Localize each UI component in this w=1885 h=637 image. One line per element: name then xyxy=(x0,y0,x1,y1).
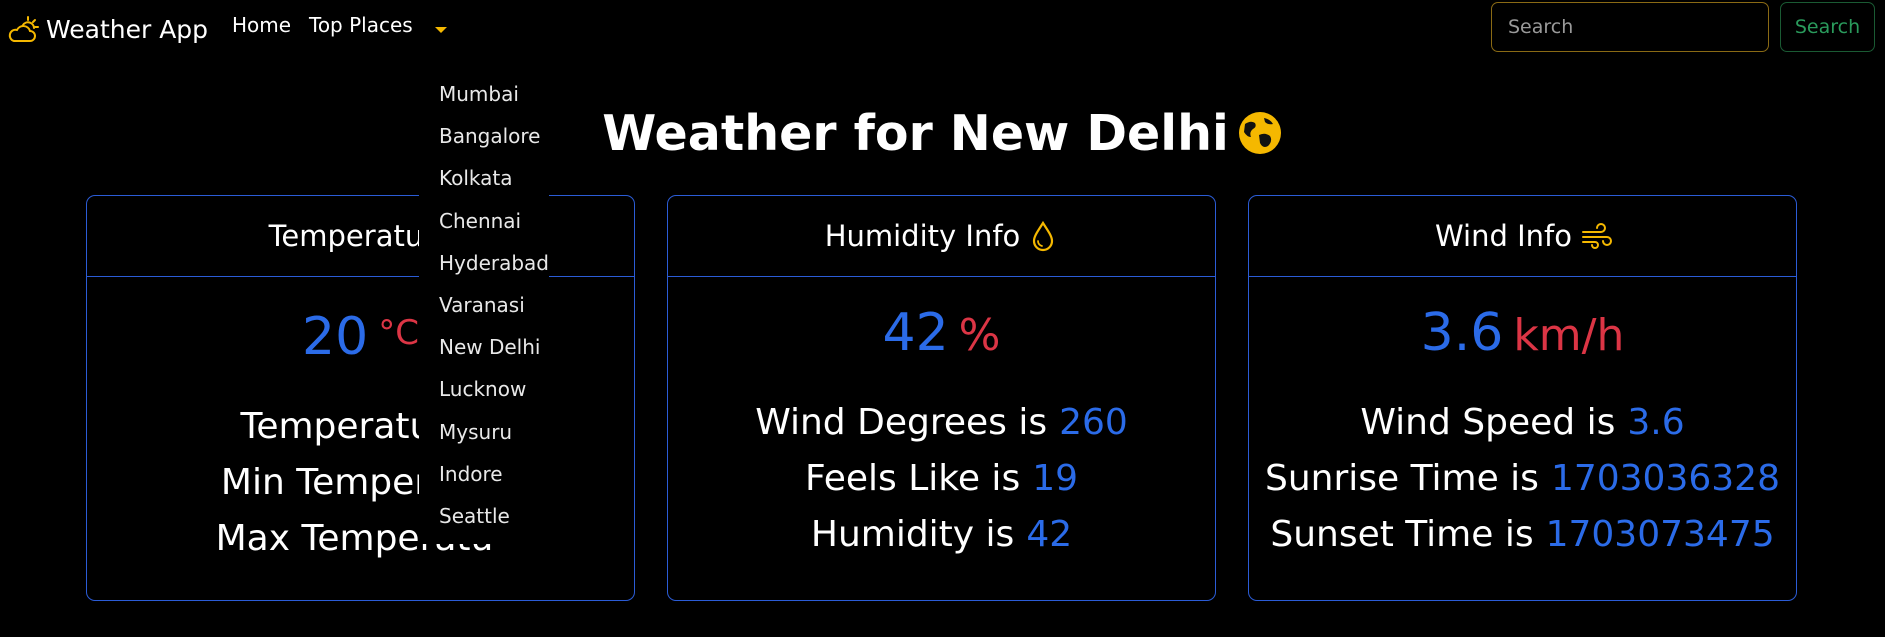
max-temperature-line: Max Temperatu xyxy=(87,511,634,567)
dropdown-item-varanasi[interactable]: Varanasi xyxy=(419,285,549,327)
caret-down-icon[interactable] xyxy=(432,21,450,33)
dropdown-item-bangalore[interactable]: Bangalore xyxy=(419,116,549,158)
page-title-text: Weather for New Delhi xyxy=(602,105,1229,162)
globe-icon xyxy=(1237,106,1283,154)
temperature-main-value: 20 °C xyxy=(87,301,634,381)
navbar: Weather App Home Top Places Search xyxy=(0,0,1885,60)
top-places-dropdown: Mumbai Bangalore Kolkata Chennai Hyderab… xyxy=(419,74,549,544)
humidity-label: Humidity is xyxy=(810,514,1015,555)
humidity-value: 42 xyxy=(882,303,949,363)
temperature-value: 20 xyxy=(302,307,369,367)
humidity-line: Humidity is 42 xyxy=(668,507,1215,563)
wind-degrees-value: 260 xyxy=(1059,402,1128,443)
sunrise-value: 1703036328 xyxy=(1550,458,1780,499)
humidity-card-header: Humidity Info xyxy=(668,196,1215,277)
wind-card: Wind Info 3.6 km/h Wind Speed is 3.6 Sunri… xyxy=(1248,195,1797,601)
dropdown-item-mumbai[interactable]: Mumbai xyxy=(419,74,549,116)
wind-icon xyxy=(1580,220,1612,252)
dropdown-item-lucknow[interactable]: Lucknow xyxy=(419,369,549,411)
dropdown-item-kolkata[interactable]: Kolkata xyxy=(419,158,549,200)
temperature-unit: °C xyxy=(378,313,419,353)
sunset-label: Sunset Time is xyxy=(1270,514,1534,555)
feels-like-label: Feels Like is xyxy=(804,458,1021,499)
wind-unit: km/h xyxy=(1513,310,1625,361)
brand[interactable]: Weather App xyxy=(8,13,208,47)
sunrise-label: Sunrise Time is xyxy=(1265,458,1539,499)
weather-app-page: Weather App Home Top Places Search Weath… xyxy=(0,0,1885,637)
nav-top-places-link[interactable]: Top Places xyxy=(309,11,413,39)
humidity-card: Humidity Info 42% Wind Degrees is 260 Fee… xyxy=(667,195,1216,601)
dropdown-item-mysuru[interactable]: Mysuru xyxy=(419,412,549,454)
wind-degrees-label: Wind Degrees is xyxy=(755,402,1048,443)
search-input[interactable] xyxy=(1491,2,1769,52)
sunrise-line: Sunrise Time is 1703036328 xyxy=(1249,451,1796,507)
sunset-line: Sunset Time is 1703073475 xyxy=(1249,507,1796,563)
dropdown-item-new-delhi[interactable]: New Delhi xyxy=(419,327,549,369)
dropdown-item-indore[interactable]: Indore xyxy=(419,454,549,496)
feels-like-value: 19 xyxy=(1032,458,1079,499)
sunset-value: 1703073475 xyxy=(1545,514,1775,555)
wind-speed-label: Wind Speed is xyxy=(1360,402,1616,443)
nav-home-link[interactable]: Home xyxy=(232,11,291,39)
temperature-card: Temperature 20 °C Temperature Min Tempera… xyxy=(86,195,635,601)
wind-speed-value: 3.6 xyxy=(1627,402,1685,443)
page-title: Weather for New Delhi xyxy=(0,100,1885,168)
humidity-unit: % xyxy=(958,310,1001,361)
cloud-sun-icon xyxy=(8,15,40,45)
humidity-details: Wind Degrees is 260 Feels Like is 19 Humid… xyxy=(668,395,1215,563)
search-button[interactable]: Search xyxy=(1780,2,1875,52)
min-temperature-line: Min Temperatu xyxy=(87,455,634,511)
dropdown-item-hyderabad[interactable]: Hyderabad xyxy=(419,243,549,285)
temperature-line: Temperature xyxy=(87,399,634,455)
brand-text: Weather App xyxy=(46,15,209,44)
dropdown-item-seattle[interactable]: Seattle xyxy=(419,496,549,538)
feels-like-line: Feels Like is 19 xyxy=(668,451,1215,507)
wind-degrees-line: Wind Degrees is 260 xyxy=(668,395,1215,451)
dropdown-item-chennai[interactable]: Chennai xyxy=(419,201,549,243)
wind-speed-line: Wind Speed is 3.6 xyxy=(1249,395,1796,451)
wind-value: 3.6 xyxy=(1420,303,1504,363)
humidity-main-value: 42% xyxy=(668,301,1215,377)
wind-details: Wind Speed is 3.6 Sunrise Time is 17030363… xyxy=(1249,395,1796,563)
droplet-icon xyxy=(1028,220,1058,252)
temperature-details: Temperature Min Temperatu Max Temperatu xyxy=(87,399,634,567)
wind-card-header: Wind Info xyxy=(1249,196,1796,277)
wind-main-value: 3.6 km/h xyxy=(1249,301,1796,377)
wind-card-title: Wind Info xyxy=(1435,219,1572,253)
humidity-card-title: Humidity Info xyxy=(824,219,1021,253)
humidity-line-value: 42 xyxy=(1026,514,1073,555)
temperature-card-header: Temperature xyxy=(87,196,634,277)
